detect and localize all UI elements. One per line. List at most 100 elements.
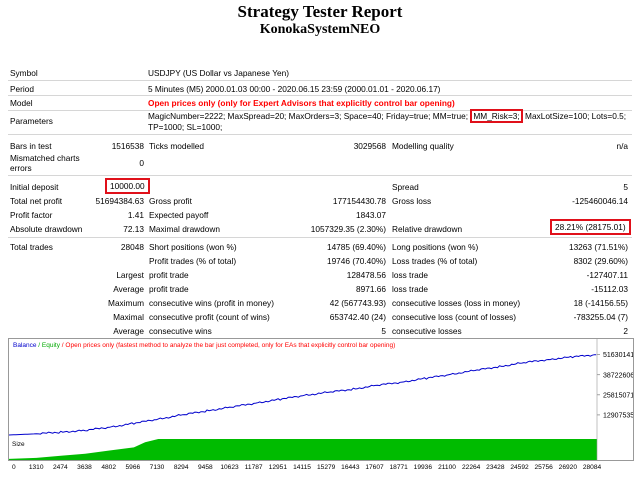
max-consec-losses-value: 18 (-14156.55) (573, 298, 628, 308)
deposit-value: 10000.00 (105, 178, 150, 194)
spread-label: Spread (392, 182, 419, 192)
period-label: Period (10, 84, 34, 94)
quality-value: n/a (616, 141, 628, 151)
total-trades-label: Total trades (10, 242, 53, 252)
deposit-label: Initial deposit (10, 182, 59, 192)
balance-chart-svg: Balance / Equity / Open prices only (fas… (8, 339, 634, 439)
x-tick-label: 1310 (29, 464, 44, 471)
balance-line (8, 354, 597, 436)
x-tick-label: 8294 (174, 464, 189, 471)
legend-equity: / Equity (37, 342, 61, 349)
spread-value: 5 (623, 182, 628, 192)
mm-risk-highlight: MM_Risk=3; (470, 109, 523, 123)
x-tick-label: 22264 (462, 464, 481, 471)
symbol-label: Symbol (10, 68, 38, 78)
x-tick-label: 23428 (486, 464, 505, 471)
x-tick-label: 9458 (198, 464, 213, 471)
largest-loss-label: loss trade (392, 270, 428, 280)
maximal-consec-loss-value: -783255.04 (7) (573, 312, 628, 322)
bars-value: 1516538 (111, 141, 144, 151)
expected-payoff-label: Expected payoff (149, 210, 209, 220)
x-tick-label: 12951 (269, 464, 288, 471)
size-label: Size (12, 441, 25, 448)
long-positions-value: 13263 (71.51%) (568, 242, 628, 252)
avg-consec-losses-value: 2 (623, 326, 628, 336)
largest-loss-value: -127407.11 (586, 270, 628, 280)
parameters-label: Parameters (10, 116, 53, 126)
max-consec-wins-value: 42 (567743.93) (329, 298, 386, 308)
x-tick-label: 17607 (365, 464, 384, 471)
mismatch-label-2: errors (10, 163, 32, 173)
net-profit-label: Total net profit (10, 196, 63, 206)
total-trades-value: 28048 (120, 242, 144, 252)
average-profit-value: 8971.66 (356, 284, 386, 294)
x-tick-label: 7130 (150, 464, 165, 471)
model-value: Open prices only (only for Expert Adviso… (148, 98, 455, 108)
gross-loss-label: Gross loss (392, 196, 432, 206)
y-tick-label: 51630141 (603, 352, 633, 359)
short-positions-label: Short positions (won %) (149, 242, 237, 252)
average-label: Average (113, 284, 144, 294)
average-label-2: Average (113, 326, 144, 336)
net-profit-value: 51694384.63 (95, 196, 144, 206)
maximal-consec-loss-label: consecutive loss (count of losses) (392, 312, 517, 322)
period-value: 5 Minutes (M5) 2000.01.03 00:00 - 2020.0… (148, 84, 441, 94)
x-tick-label: 15279 (317, 464, 336, 471)
average-profit-label: profit trade (149, 284, 189, 294)
divider (8, 134, 632, 135)
divider (8, 80, 632, 81)
expert-name: KonokaSystemNEO (259, 22, 381, 37)
profit-factor-label: Profit factor (10, 210, 53, 220)
max-consec-wins-label: consecutive wins (profit in money) (149, 298, 274, 308)
divider (8, 237, 632, 238)
maximal-drawdown-value: 1057329.35 (2.30%) (310, 224, 386, 234)
x-axis: 0 1310 2474 3638 4802 5966 7130 8294 9458 10623 11… (12, 464, 602, 471)
parameters-line2: TP=1000; SL=1000; (148, 122, 223, 132)
long-positions-label: Long positions (won %) (392, 242, 479, 252)
short-positions-value: 14785 (69.40%) (326, 242, 386, 252)
chart-legend: Balance / Equity / Open prices only (fas… (13, 342, 395, 349)
y-tick-label: 38722606 (603, 372, 633, 379)
avg-consec-losses-label: consecutive losses (392, 326, 462, 336)
size-area (9, 439, 597, 460)
balance-chart: Balance / Equity / Open prices only (fas… (8, 338, 634, 440)
size-panel-svg: Size (9, 438, 598, 460)
ticks-value: 3029568 (353, 141, 386, 151)
profit-factor-value: 1.41 (127, 210, 144, 220)
size-panel: Size (8, 438, 634, 461)
avg-consec-wins-label: consecutive wins (149, 326, 212, 336)
x-tick-label: 26920 (559, 464, 578, 471)
max-consec-losses-label: consecutive losses (loss in money) (392, 298, 521, 308)
loss-trades-label: Loss trades (% of total) (392, 256, 478, 266)
parameters-text: MagicNumber=2222; MaxSpread=20; MaxOrder… (148, 111, 469, 121)
maximal-consec-profit-value: 653742.40 (24) (329, 312, 386, 322)
x-tick-label: 4802 (101, 464, 116, 471)
maximum-label: Maximum (108, 298, 144, 308)
x-tick-label: 16443 (341, 464, 360, 471)
divider (8, 95, 632, 96)
loss-trades-value: 8302 (29.60%) (573, 256, 628, 266)
x-tick-label: 0 (12, 464, 16, 471)
bars-label: Bars in test (10, 141, 52, 151)
maximal-label: Maximal (113, 312, 144, 322)
relative-drawdown-value: 28.21% (28175.01) (550, 219, 631, 235)
divider (8, 175, 632, 176)
x-tick-label: 25756 (534, 464, 553, 471)
average-loss-value: -15112.03 (591, 284, 628, 294)
legend-balance: Balance (13, 342, 37, 349)
x-tick-label: 11787 (245, 464, 263, 471)
gross-profit-value: 177154430.78 (332, 196, 386, 206)
legend-note: / Open prices only (fastest method to an… (60, 342, 395, 349)
profit-trades-label: Profit trades (% of total) (149, 256, 237, 266)
report-title: Strategy Tester Report (237, 2, 403, 21)
x-tick-label: 28084 (583, 464, 602, 471)
x-tick-label: 3638 (77, 464, 92, 471)
avg-consec-wins-value: 5 (381, 326, 386, 336)
quality-label: Modelling quality (392, 141, 454, 151)
parameters-text-end: MaxLotSize=100; Lots=0.5; (525, 111, 627, 121)
y-tick-label: 25815071 (603, 392, 633, 399)
largest-profit-label: profit trade (149, 270, 189, 280)
largest-profit-value: 128478.56 (346, 270, 386, 280)
largest-label: Largest (116, 270, 144, 280)
y-tick-label: 12907535 (603, 412, 633, 419)
